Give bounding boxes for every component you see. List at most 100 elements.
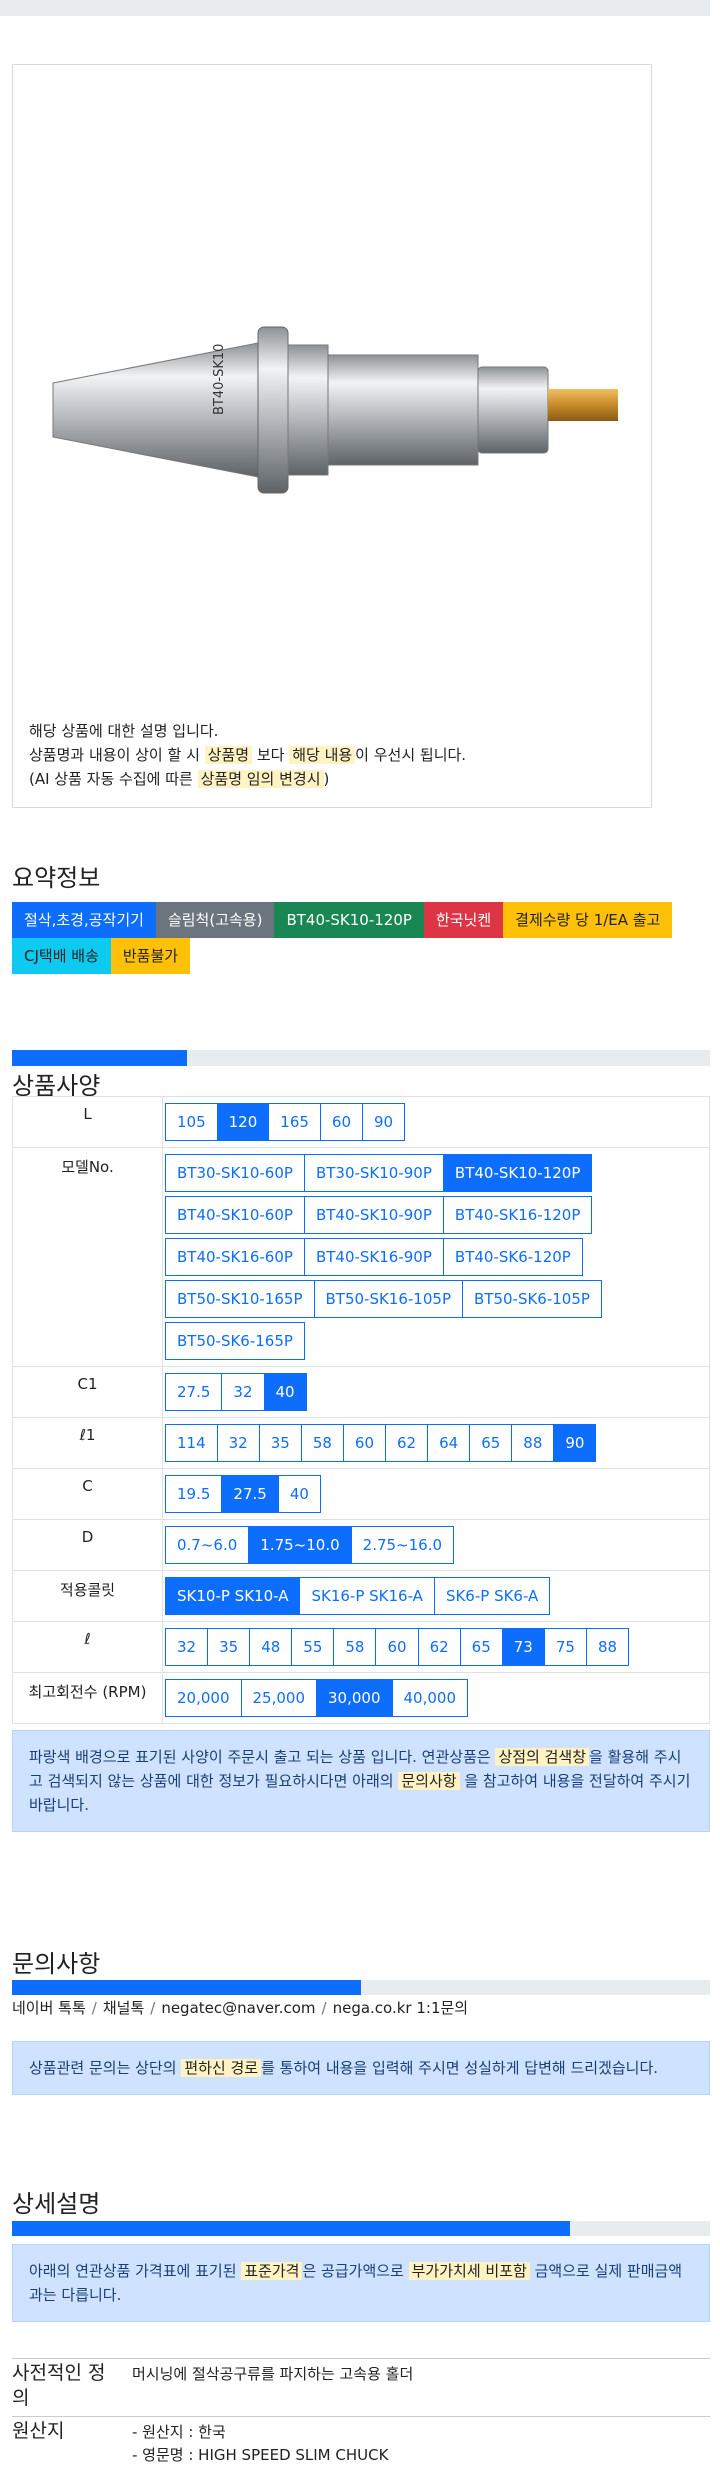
spec-option[interactable]: BT40-SK10-90P [303,1196,444,1234]
spec-row-options: 27.5 32 40 [162,1366,710,1418]
spec-row-label: ℓ1 [12,1417,163,1469]
spec-option[interactable]: BT40-SK16-120P [442,1196,593,1234]
spec-option[interactable]: 0.7~6.0 [165,1526,250,1564]
spec-progress [12,1050,710,1066]
summary-title: 요약정보 [12,864,101,892]
inquiry-title: 문의사항 [12,1950,101,1978]
spec-option[interactable]: 62 [385,1424,429,1462]
spec-option[interactable]: BT50-SK10-165P [165,1280,315,1318]
spec-option[interactable]: 105 [165,1103,218,1141]
contact-website-inquiry[interactable]: nega.co.kr 1:1문의 [333,1999,469,2017]
detail-origin-line-1: - 원산지 : 한국 [132,2423,226,2441]
spec-option[interactable]: SK10-P SK10-A [165,1577,301,1615]
spec-option[interactable]: BT40-SK16-60P [165,1238,305,1276]
summary-tag: 반품불가 [110,938,191,974]
spec-option[interactable]: 60 [375,1628,419,1666]
spec-option[interactable]: 32 [165,1628,209,1666]
spec-option[interactable]: 88 [585,1628,630,1666]
product-image-card: BT40-SK10 해당 상품에 대한 설명 입니다. 상품명과 내용이 상이 … [12,64,652,808]
spec-option[interactable]: BT50-SK16-105P [313,1280,463,1318]
spec-option[interactable]: 32 [221,1373,265,1411]
spec-notice: 파랑색 배경으로 표기된 사양이 주문시 출고 되는 상품 입니다. 연관상품은… [12,1730,710,1832]
spec-option[interactable]: 58 [333,1628,377,1666]
spec-option[interactable]: 60 [342,1424,387,1462]
product-image: BT40-SK10 [52,326,618,494]
spec-option[interactable]: 40 [263,1373,307,1411]
spec-option[interactable]: BT50-SK6-105P [462,1280,602,1318]
spec-row: 적용콜릿 SK10-P SK10-A SK16-P SK16-A SK6-P SK6-… [12,1570,710,1622]
spec-option[interactable]: 32 [216,1424,260,1462]
detail-value-origin: - 원산지 : 한국 - 영문명 : HIGH SPEED SLIM CHUCK [132,2421,388,2467]
spec-row-options: 0.7~6.0 1.75~10.0 2.75~16.0 [162,1519,710,1571]
spec-option[interactable]: SK6-P SK6-A [433,1577,551,1615]
spec-option[interactable]: 40 [277,1475,321,1513]
spec-option[interactable]: 90 [553,1424,597,1462]
spec-option[interactable]: BT40-SK16-90P [303,1238,444,1276]
summary-tag: 절삭,초경,공작기기 [12,902,156,938]
spec-option[interactable]: BT30-SK10-90P [303,1154,444,1192]
spec-row: C 19.5 27.5 40 [12,1468,710,1520]
spec-option[interactable]: 35 [258,1424,302,1462]
contact-channel-talk[interactable]: 채널톡 [103,1999,144,2017]
spec-option[interactable]: 2.75~16.0 [350,1526,455,1564]
spec-option[interactable]: 30,000 [316,1679,393,1717]
contact-email[interactable]: negatec@naver.com [161,1999,315,2017]
description-line-2: 상품명과 내용이 상이 할 시 상품명 보다 해당 내용 이 우선시 됩니다. [29,746,467,764]
spec-option[interactable]: 73 [501,1628,545,1666]
spec-option[interactable]: 40,000 [391,1679,468,1717]
spec-option[interactable]: 25,000 [240,1679,317,1717]
spec-row-label: ℓ [12,1621,163,1673]
spec-row-options: BT30-SK10-60P BT30-SK10-90P BT40-SK10-120P… [162,1147,710,1367]
spec-option[interactable]: 27.5 [165,1373,223,1411]
spec-option[interactable]: 90 [362,1103,406,1141]
spec-option[interactable]: 165 [268,1103,321,1141]
description-line-3: (AI 상품 자동 수집에 따른 상품명 임의 변경시) [29,770,330,788]
spec-option[interactable]: 65 [469,1424,513,1462]
detail-value-definition: 머시닝에 절삭공구류를 파지하는 고속용 홀더 [132,2365,414,2383]
spec-option[interactable]: 27.5 [221,1475,279,1513]
spec-row-options: 32 35 48 55 58 60 62 65 73 75 88 [162,1621,710,1673]
holder-engraving: BT40-SK10 [212,344,227,415]
spec-option[interactable]: 60 [319,1103,364,1141]
spec-option[interactable]: SK16-P SK16-A [299,1577,435,1615]
spec-option[interactable]: 58 [300,1424,344,1462]
spec-option[interactable]: 114 [165,1424,218,1462]
spec-option[interactable]: BT40-SK6-120P [442,1238,583,1276]
spec-option[interactable]: 88 [511,1424,555,1462]
spec-option[interactable]: 48 [249,1628,293,1666]
summary-tag: 슬림척(고속용) [155,902,275,938]
summary-tag: BT40-SK10-120P [274,902,424,938]
detail-row-definition: 사전적인 정의 머시닝에 절삭공구류를 파지하는 고속용 홀더 [12,2358,710,2416]
spec-option[interactable]: BT40-SK10-60P [165,1196,305,1234]
spec-option[interactable]: 55 [291,1628,335,1666]
spec-option[interactable]: 65 [459,1628,503,1666]
spec-progress-fill [12,1050,187,1066]
product-description: 해당 상품에 대한 설명 입니다. 상품명과 내용이 상이 할 시 상품명 보다… [29,719,466,791]
spec-option[interactable]: 35 [207,1628,251,1666]
spec-row: ℓ 32 35 48 55 58 60 62 65 73 75 88 [12,1621,710,1673]
detail-origin-line-2: - 영문명 : HIGH SPEED SLIM CHUCK [132,2446,389,2464]
spec-option[interactable]: 20,000 [165,1679,242,1717]
spec-option[interactable]: 75 [543,1628,587,1666]
spec-option[interactable]: 120 [216,1103,270,1141]
summary-tag: 한국닛켄 [423,902,504,938]
spec-row: 최고회전수 (RPM) 20,000 25,000 30,000 40,000 [12,1672,710,1724]
top-bar [0,0,710,16]
spec-option[interactable]: 64 [427,1424,471,1462]
spec-option[interactable]: 62 [417,1628,461,1666]
spec-row-label: 모델No. [12,1147,163,1367]
detail-title: 상세설명 [12,2190,101,2218]
spec-option[interactable]: 1.75~10.0 [248,1526,352,1564]
spec-row-label: C [12,1468,163,1520]
spec-row: D 0.7~6.0 1.75~10.0 2.75~16.0 [12,1519,710,1571]
description-line-1: 해당 상품에 대한 설명 입니다. [29,722,219,740]
spec-row-options: 105 120 165 60 90 [162,1096,710,1148]
spec-option[interactable]: BT30-SK10-60P [165,1154,305,1192]
inquiry-notice: 상품관련 문의는 상단의 편하신 경로 를 통하여 내용을 입력해 주시면 성실하… [12,2041,710,2095]
detail-notice: 아래의 연관상품 가격표에 표기된 표준가격 은 공급가액으로 부가가치세 비포함… [12,2244,710,2322]
contact-naver-talk[interactable]: 네이버 톡톡 [12,1999,86,2017]
spec-option[interactable]: BT50-SK6-165P [165,1322,305,1360]
spec-option[interactable]: 19.5 [165,1475,223,1513]
spec-option[interactable]: BT40-SK10-120P [442,1154,593,1192]
spec-row: ℓ1 114 32 35 58 60 62 64 65 88 90 [12,1417,710,1469]
